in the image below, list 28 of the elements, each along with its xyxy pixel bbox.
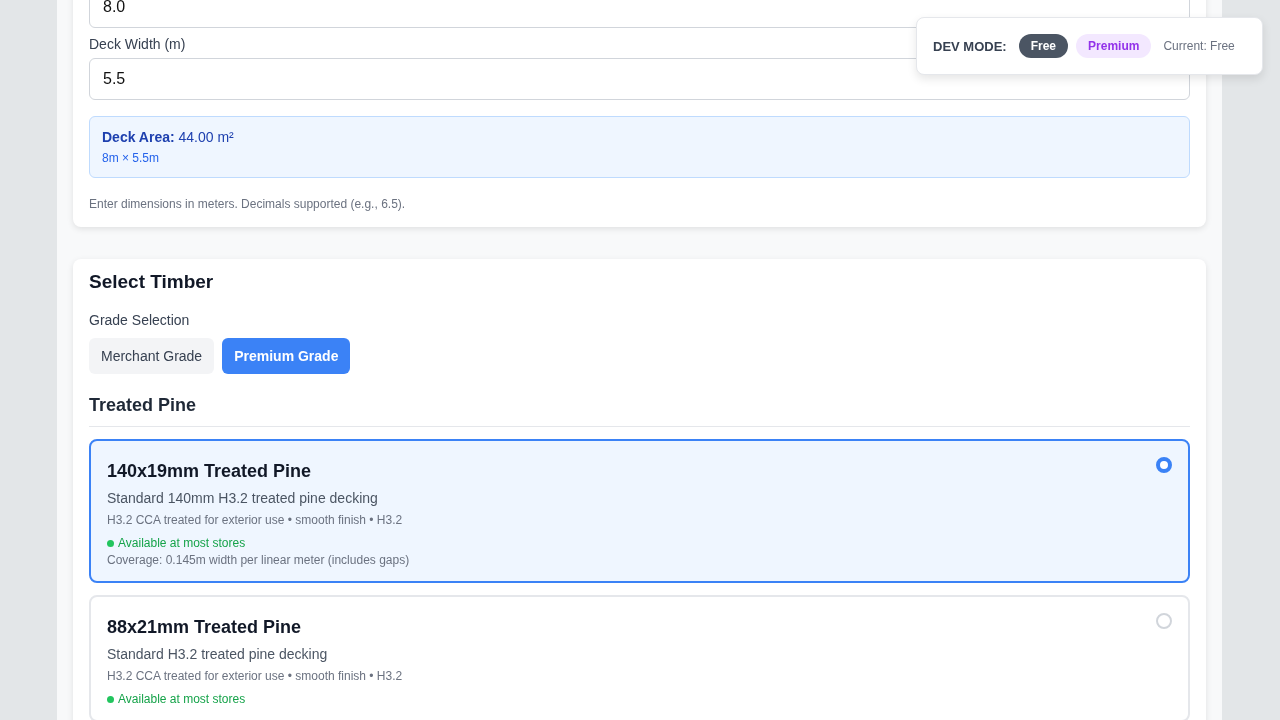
coverage-text: Coverage: 0.145m width per linear meter (includes gaps) (107, 553, 411, 567)
option-description: Standard H3.2 treated pine decking (107, 646, 329, 662)
hint-text: Enter dimensions in meters. Decimals supported (e.g., 6.5). (89, 197, 407, 211)
option-details: H3.2 CCA treated for exterior use • smooth finish • H3.2 (107, 669, 404, 683)
option-name: 140x19mm Treated Pine (107, 461, 312, 482)
option-description: Standard 140mm H3.2 treated pine decking (107, 490, 379, 506)
option-name: 88x21mm Treated Pine (107, 617, 302, 638)
section-title: Select Timber (89, 270, 215, 293)
status-dot (107, 539, 114, 547)
current-mode-text: Current: Free (1163, 39, 1235, 53)
field-label: Deck Width (m) (89, 36, 186, 52)
status-dot (107, 695, 114, 703)
mode-button[interactable]: Premium (1076, 34, 1152, 58)
category-heading: Treated Pine (89, 395, 1190, 427)
availability-text: Available at most stores (118, 536, 246, 550)
radio-button[interactable] (1156, 457, 1172, 473)
dev-mode-label: DEV MODE: (933, 38, 1007, 54)
availability-text: Available at most stores (118, 692, 246, 706)
grade-button[interactable]: Premium Grade (222, 338, 351, 374)
area-formula: 8m × 5.5m (102, 151, 161, 165)
mode-button[interactable]: Free (1018, 34, 1069, 58)
deck-area-text: Deck Area: 44.00 m² (102, 129, 235, 145)
grade-label: Grade Selection (89, 312, 190, 328)
timber-option[interactable]: 140x19mm Treated Pine Standard 140mm H3.2 treated pine decking H3.2 CCA treated for exterior use • smooth finish • H3.2 Available at most stores Coverage: 0.145m width per linear meter (includes gaps) (89, 439, 1190, 583)
option-details: H3.2 CCA treated for exterior use • smooth finish • H3.2 (107, 513, 404, 527)
grade-button[interactable]: Merchant Grade (89, 338, 215, 374)
length-field[interactable]: 8.0 (89, 0, 1190, 28)
timber-option[interactable]: 88x21mm Treated Pine Standard H3.2 treated pine decking H3.2 CCA treated for exterior use • smooth finish • H3.2 Available at most stores (89, 595, 1190, 720)
